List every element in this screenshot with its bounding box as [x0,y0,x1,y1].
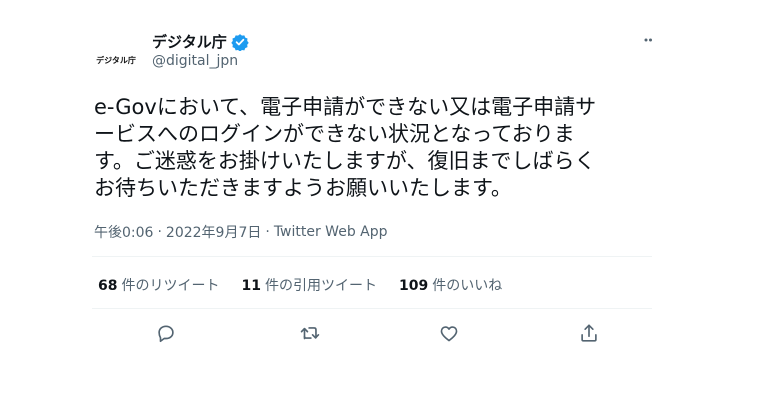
tweet-stats: 68 件のリツイート 11 件の引用ツイート 109 件のいいね [98,275,524,295]
tweet-metadata: 午後0:06 · 2022年9月7日 · Twitter Web App [94,222,388,242]
tweet-text-line: ービスへのログインができない状況となっておりま [94,122,575,146]
tweet-date[interactable]: 2022年9月7日 [166,222,261,242]
quotes-stat[interactable]: 11 件の引用ツイート [241,275,376,295]
tweet-time[interactable]: 午後0:06 [94,222,153,242]
retweet-button[interactable] [297,320,323,346]
retweet-icon [300,327,320,340]
tweet-text-line: e-Govにおいて、電子申請ができない又は電子申請サ [94,95,597,119]
tweet-text-line: お待ちいただきますようお願いいたします。 [94,176,512,200]
like-label: 件のいいね [432,278,503,294]
share-button[interactable] [576,320,602,346]
divider [92,256,652,257]
author-display-name[interactable]: デジタル庁 [152,31,227,52]
reply-button[interactable] [153,320,179,346]
more-dots-icon[interactable] [636,32,656,48]
share-icon [581,324,597,342]
avatar[interactable]: デジタル庁 [92,36,140,84]
author-name-row: デジタル庁 [152,31,249,52]
retweet-label: 件のリツイート [121,278,220,294]
retweets-stat[interactable]: 68 件のリツイート [98,275,219,295]
meta-separator: · [157,224,162,240]
like-button[interactable] [436,320,462,346]
verified-badge-icon [231,33,249,51]
author-handle[interactable]: @digital_jpn [152,53,238,69]
meta-separator: · [265,224,270,240]
tweet-text: e-Govにおいて、電子申請ができない又は電子申請サ ービスへのログインができな… [94,94,654,202]
like-icon [440,326,458,342]
tweet-source[interactable]: Twitter Web App [274,224,388,240]
quote-count: 11 [241,278,261,294]
reply-icon [158,325,174,343]
avatar-logo-text: デジタル庁 [96,55,136,65]
tweet: デジタル庁 デジタル庁 @digital_jpn e-Govにおいて、電子申請が… [0,0,768,402]
likes-stat[interactable]: 109 件のいいね [399,275,502,295]
retweet-count: 68 [98,278,118,294]
tweet-text-line: す。ご迷惑をお掛けいたしますが、復旧までしばらく [94,149,596,173]
divider [92,308,652,309]
quote-label: 件の引用ツイート [264,278,377,294]
like-count: 109 [398,278,429,294]
